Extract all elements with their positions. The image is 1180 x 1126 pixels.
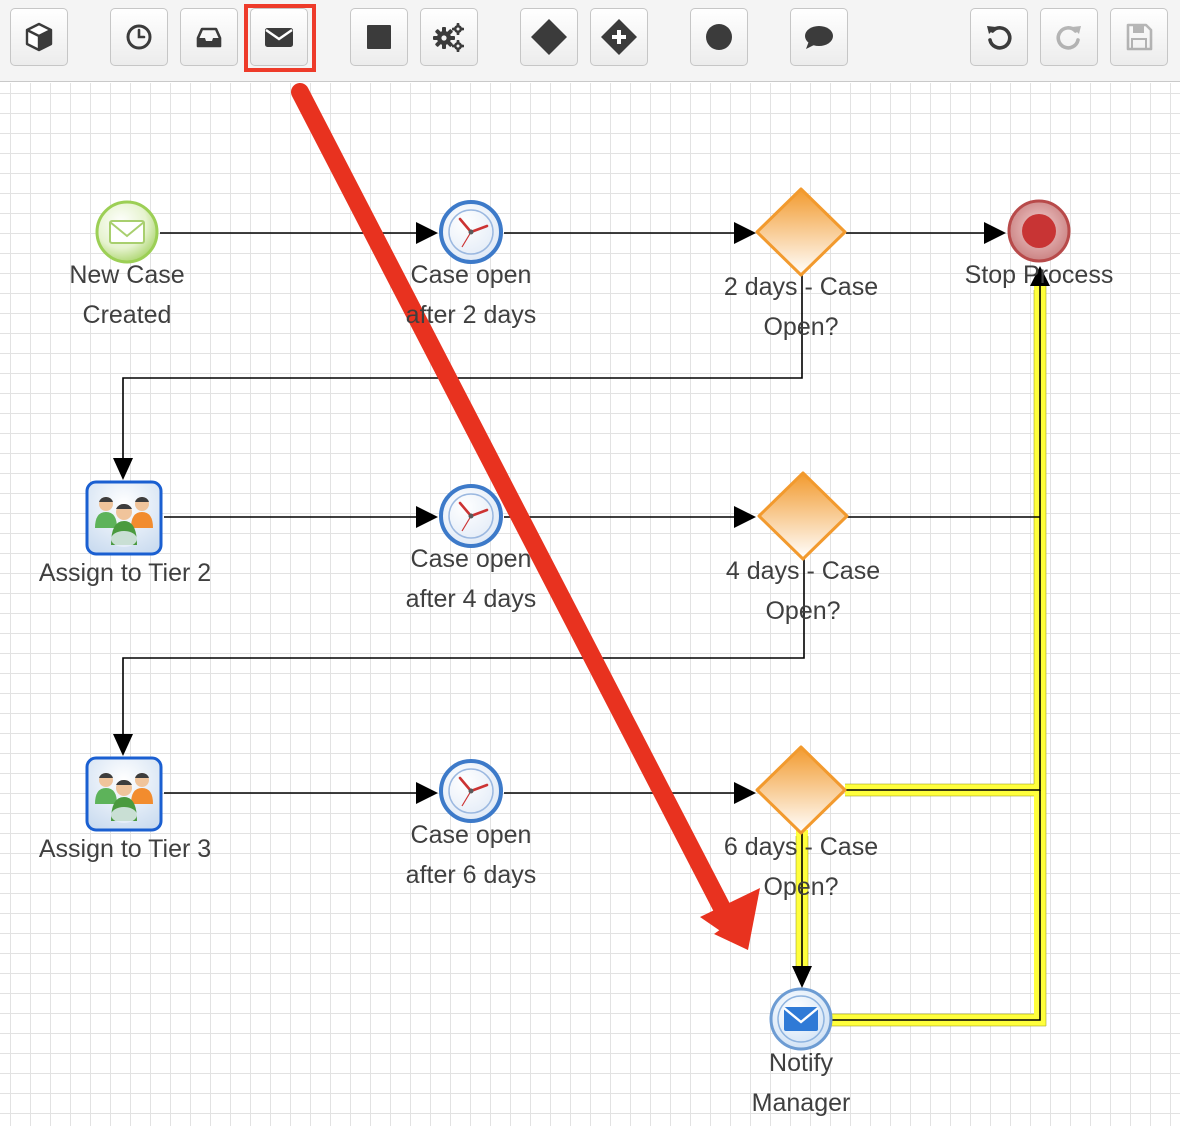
label-line: Open? xyxy=(763,313,839,341)
node-label-gateway-6-days: 6 days - Case Open? xyxy=(691,827,911,907)
gateway-4-days[interactable] xyxy=(757,471,849,561)
label-line: after 4 days xyxy=(405,585,537,613)
node-label-gateway-4-days: 4 days - Case Open? xyxy=(693,551,913,631)
envelope-icon xyxy=(109,220,145,244)
node-label-assign-tier-2: Assign to Tier 2 xyxy=(15,553,235,593)
label-line: Case open xyxy=(410,261,532,289)
label-line: Assign to Tier 2 xyxy=(38,559,212,587)
label-line: 6 days - Case xyxy=(723,833,879,861)
gateway-2-days[interactable] xyxy=(755,187,847,277)
flow-gateway3-to-end xyxy=(845,286,1041,791)
node-label-assign-tier-3: Assign to Tier 3 xyxy=(15,829,235,869)
assign-tier-2-task[interactable] xyxy=(85,480,163,556)
timer-event-4-days[interactable] xyxy=(439,484,503,548)
timer-event-2-days[interactable] xyxy=(439,200,503,264)
label-line: Stop Process xyxy=(964,261,1114,289)
timer-event-6-days[interactable] xyxy=(439,759,503,823)
label-line: after 2 days xyxy=(405,301,537,329)
end-event-stop-process[interactable] xyxy=(1007,199,1071,263)
node-label-timer-2-days: Case open after 2 days xyxy=(371,255,571,335)
label-line: Open? xyxy=(765,597,841,625)
node-label-notify-manager: Notify Manager xyxy=(701,1043,901,1123)
label-line: 2 days - Case xyxy=(723,273,879,301)
label-line: Assign to Tier 3 xyxy=(38,835,212,863)
start-event-new-case-created[interactable] xyxy=(95,200,159,264)
selected-flow-highlight xyxy=(796,278,1046,1026)
node-label-new-case-created: New Case Created xyxy=(27,255,227,335)
node-label-timer-6-days: Case open after 6 days xyxy=(371,815,571,895)
node-label-stop-process: Stop Process xyxy=(929,255,1149,295)
label-line: after 6 days xyxy=(405,861,537,889)
label-line: Manager xyxy=(751,1089,851,1117)
label-line: New Case xyxy=(69,261,185,289)
label-line: Case open xyxy=(410,821,532,849)
envelope-icon xyxy=(783,1007,819,1031)
assign-tier-3-task[interactable] xyxy=(85,756,163,832)
send-message-event-notify-manager[interactable] xyxy=(769,987,833,1051)
label-line: Case open xyxy=(410,545,532,573)
label-line: Open? xyxy=(763,873,839,901)
label-line: 4 days - Case xyxy=(725,557,881,585)
label-line: Notify xyxy=(769,1049,833,1077)
gateway-6-days[interactable] xyxy=(755,745,847,835)
label-line: Created xyxy=(82,301,172,329)
node-label-timer-4-days: Case open after 4 days xyxy=(371,539,571,619)
node-label-gateway-2-days: 2 days - Case Open? xyxy=(691,267,911,347)
